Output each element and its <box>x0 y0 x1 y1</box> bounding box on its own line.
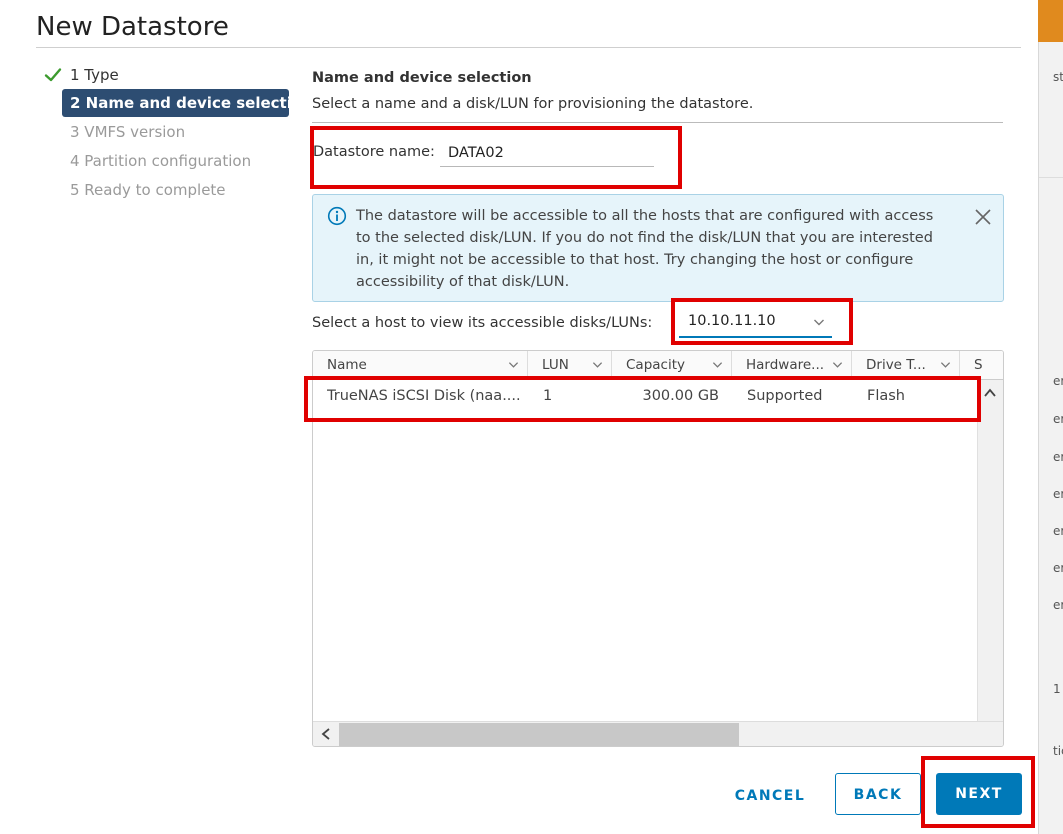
step-name-and-device-selection[interactable]: 2 Name and device selection <box>62 89 313 117</box>
cancel-button[interactable]: CANCEL <box>721 775 819 817</box>
chevron-left-icon[interactable] <box>319 727 333 741</box>
step-vmfs-version: 3 VMFS version <box>70 123 186 141</box>
cell-lun: 1 <box>543 388 553 404</box>
table-row[interactable]: TrueNAS iSCSI Disk (naa.... 1 300.00 GB … <box>313 380 977 412</box>
chevron-up-icon[interactable] <box>983 386 997 400</box>
info-icon <box>327 206 347 226</box>
chevron-down-icon <box>814 319 824 326</box>
host-select-label: Select a host to view its accessible dis… <box>312 315 653 331</box>
background-fragment: er <box>1053 487 1063 501</box>
background-app-edge: st er er er er er er er 1 tic <box>1038 42 1063 834</box>
chevron-down-icon <box>832 362 843 368</box>
background-fragment: er <box>1053 524 1063 538</box>
chevron-down-icon <box>592 362 603 368</box>
info-alert: The datastore will be accessible to all … <box>312 194 1004 302</box>
background-fragment: er <box>1053 450 1063 464</box>
background-fragment: er <box>1053 598 1063 612</box>
cell-capacity: 300.00 GB <box>642 388 719 404</box>
background-fragment: er <box>1053 561 1063 575</box>
step-type[interactable]: 1 Type <box>62 61 119 89</box>
chevron-down-icon <box>508 362 519 368</box>
dialog-title: New Datastore <box>36 12 229 42</box>
step-ready-to-complete: 5 Ready to complete <box>70 181 226 199</box>
section-title: Name and device selection <box>312 70 532 86</box>
section-subtitle: Select a name and a disk/LUN for provisi… <box>312 96 754 112</box>
background-fragment: tic <box>1053 744 1063 758</box>
background-fragment: er <box>1053 412 1063 426</box>
chevron-down-icon <box>940 362 951 368</box>
column-header-hardware[interactable]: Hardware... <box>732 351 852 379</box>
vertical-scrollbar[interactable] <box>977 380 1003 738</box>
cell-drive-type: Flash <box>867 388 905 404</box>
section-divider <box>312 122 1003 123</box>
column-header-capacity[interactable]: Capacity <box>612 351 732 379</box>
alert-message: The datastore will be accessible to all … <box>356 208 934 290</box>
horizontal-scroll-thumb[interactable] <box>339 723 739 746</box>
datastore-name-label: Datastore name: <box>313 144 435 160</box>
chevron-down-icon <box>712 362 723 368</box>
horizontal-scrollbar[interactable] <box>313 721 1003 746</box>
next-button[interactable]: NEXT <box>936 773 1022 815</box>
column-header-s[interactable]: S <box>960 351 1003 379</box>
host-select-value: 10.10.11.10 <box>688 313 776 329</box>
cell-hardware: Supported <box>747 388 823 404</box>
column-header-lun[interactable]: LUN <box>528 351 612 379</box>
column-header-name[interactable]: Name <box>313 351 528 379</box>
host-select-dropdown[interactable]: 10.10.11.10 <box>679 310 832 338</box>
disk-lun-grid: Name LUN Capacity Hardware... Drive T...… <box>312 350 1004 747</box>
column-header-drive-type[interactable]: Drive T... <box>852 351 960 379</box>
background-fragment: 1 <box>1053 682 1061 696</box>
step-partition-configuration: 4 Partition configuration <box>70 152 252 170</box>
title-divider <box>36 47 1021 48</box>
back-button[interactable]: BACK <box>835 773 921 815</box>
datastore-name-input[interactable] <box>440 140 654 167</box>
new-datastore-dialog: New Datastore 1 Type 2 Name and device s… <box>0 0 1038 834</box>
background-fragment: er <box>1053 374 1063 388</box>
grid-header: Name LUN Capacity Hardware... Drive T...… <box>313 351 1003 380</box>
close-icon[interactable] <box>973 207 993 227</box>
background-fragment: st <box>1053 70 1063 84</box>
cell-name: TrueNAS iSCSI Disk (naa.... <box>327 388 521 404</box>
check-icon <box>44 68 62 82</box>
